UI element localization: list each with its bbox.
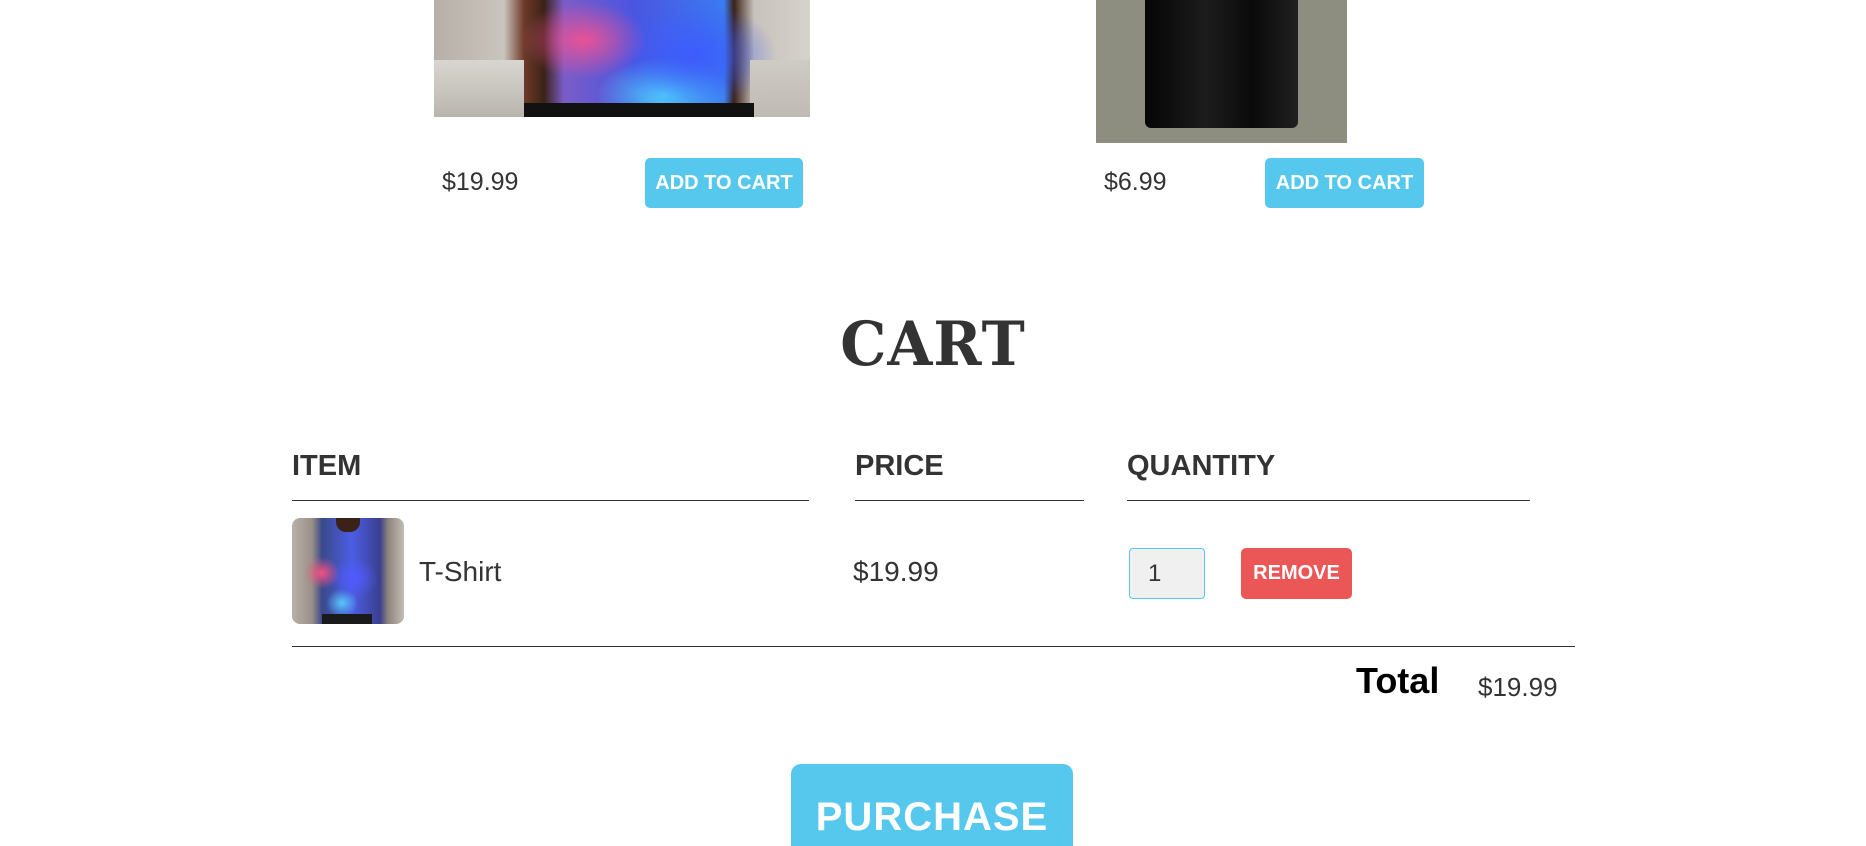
product-price-tshirt: $19.99 [442, 168, 519, 196]
column-header-quantity: QUANTITY [1127, 450, 1530, 501]
column-header-price: PRICE [855, 450, 1084, 501]
product-image-tshirt[interactable] [434, 0, 810, 117]
store-page: $19.99 ADD TO CART $6.99 ADD TO CART CAR… [0, 0, 1866, 846]
remove-button[interactable]: REMOVE [1241, 548, 1352, 599]
image-background [750, 60, 810, 117]
cart-heading: CART [840, 308, 1026, 380]
product-image-dress[interactable] [1096, 0, 1347, 143]
purchase-button[interactable]: PURCHASE [791, 764, 1073, 846]
divider [292, 646, 1575, 647]
image-background [434, 60, 524, 117]
total-label: Total [1356, 660, 1440, 701]
cart-item-price: $19.99 [853, 556, 939, 587]
image-detail [336, 518, 360, 532]
add-to-cart-button-tshirt[interactable]: ADD TO CART [645, 158, 803, 208]
cart-item-thumbnail [292, 518, 404, 624]
product-price-dress: $6.99 [1104, 168, 1167, 196]
quantity-input[interactable] [1129, 548, 1205, 599]
image-detail [524, 103, 754, 117]
total-value: $19.99 [1478, 672, 1558, 702]
cart-item-name: T-Shirt [419, 556, 502, 587]
column-header-item: ITEM [292, 450, 809, 501]
add-to-cart-button-dress[interactable]: ADD TO CART [1265, 158, 1424, 208]
image-detail [322, 614, 372, 624]
image-detail [1145, 0, 1298, 128]
